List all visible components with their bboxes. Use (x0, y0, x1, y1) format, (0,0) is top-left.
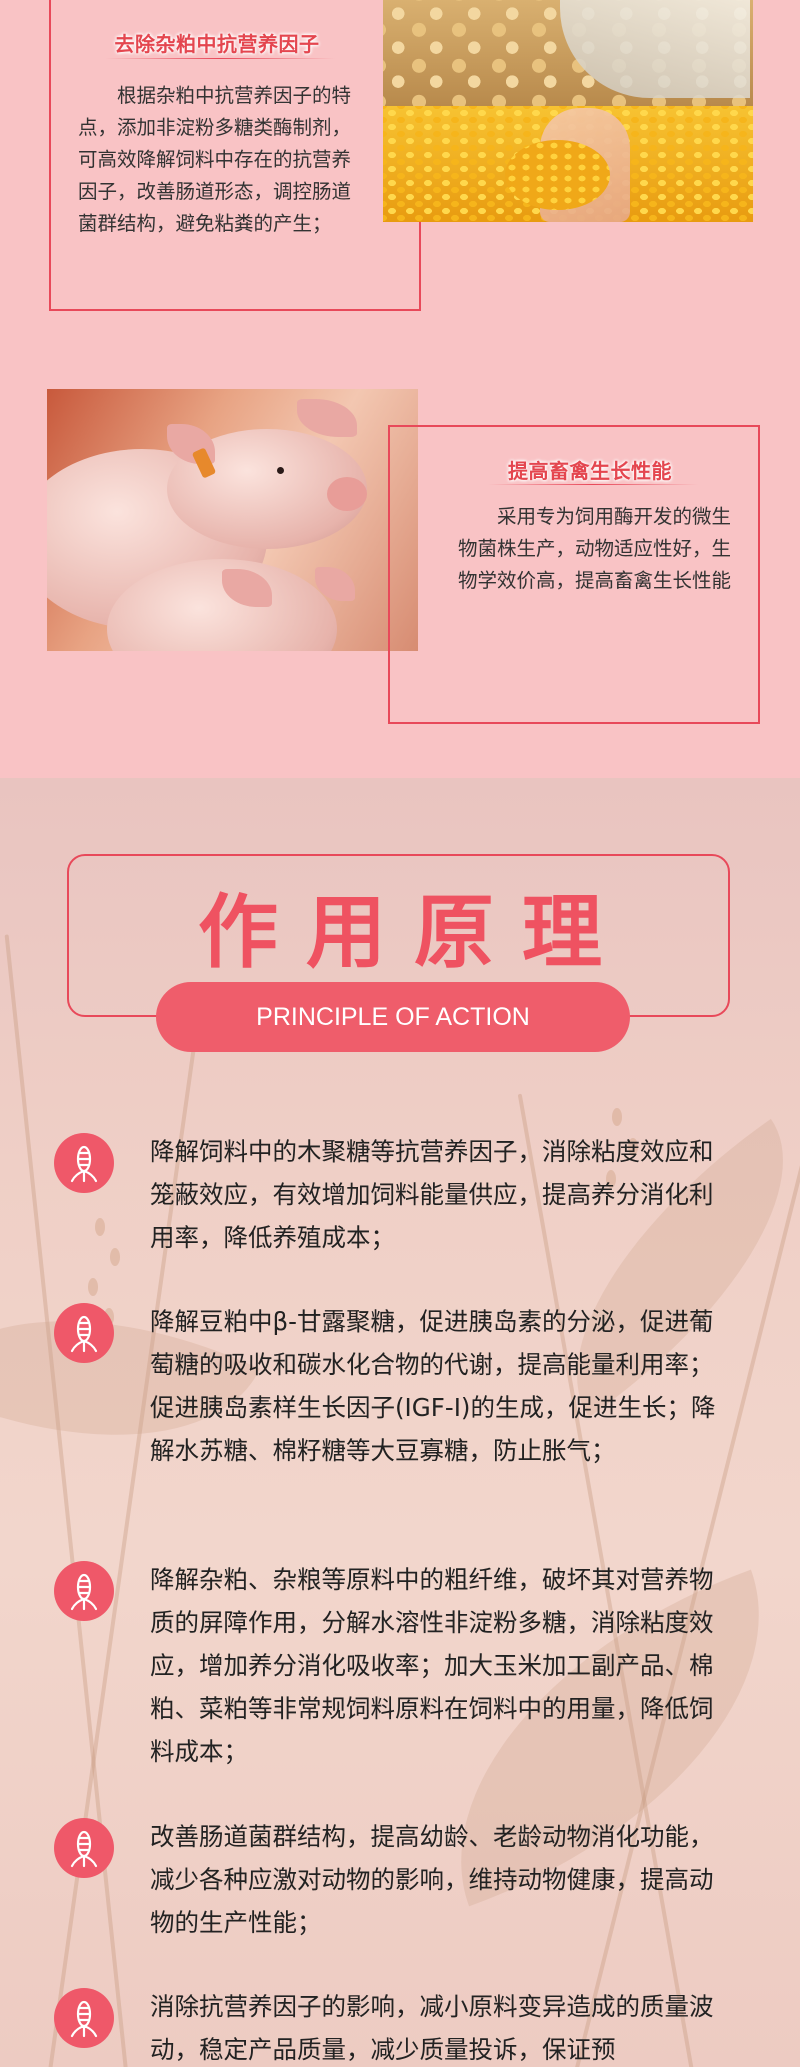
piglet-snout (327, 477, 367, 511)
principle-text: 消除抗营养因子的影响，减小原料变异造成的质量波动，稳定产品质量，减少质量投诉，保… (150, 1992, 714, 2064)
feature-title: 提高畜禽生长性能 (508, 459, 672, 483)
grain (88, 1278, 98, 1296)
principle-text: 降解饲料中的木聚糖等抗营养因子，消除粘度效应和笼蔽效应，有效增加饲料能量供应，提… (150, 1137, 714, 1252)
features-section: 去除杂粕中抗营养因子 根据杂粕中抗营养因子的特点，添加非淀粉多糖类酶制剂，可高效… (0, 0, 800, 778)
piglet-ear (297, 399, 357, 437)
corn-kernels (505, 140, 610, 210)
wheat-stalk (4, 934, 134, 2067)
grain (612, 1108, 622, 1126)
corn-icon (54, 1133, 114, 1193)
piglets-photo (47, 389, 418, 651)
piglet-eye (277, 467, 284, 474)
principle-text: 改善肠道菌群结构，提高幼龄、老龄动物消化功能，减少各种应激对动物的影响，维持动物… (150, 1822, 714, 1937)
feature-description: 根据杂粕中抗营养因子的特点，添加非淀粉多糖类酶制剂，可高效降解饲料中存在的抗营养… (78, 84, 352, 235)
corn-icon (54, 1561, 114, 1621)
grain (110, 1248, 120, 1266)
title-divider (105, 58, 335, 59)
corn-icon (54, 1818, 114, 1878)
feature-description: 采用专为饲用酶开发的微生物菌株生产，动物适应性好，生物学效价高，提高畜禽生长性能 (458, 505, 732, 592)
section-subheading: PRINCIPLE OF ACTION (156, 982, 630, 1052)
feature-title: 去除杂粕中抗营养因子 (114, 32, 320, 56)
corn-icon (54, 1988, 114, 2048)
title-divider (488, 484, 698, 485)
section-heading: 作用原理 (198, 886, 630, 979)
principle-text: 降解杂粕、杂粮等原料中的粗纤维，破坏其对营养物质的屏障作用，分解水溶性非淀粉多糖… (150, 1565, 714, 1766)
corn-icon (54, 1303, 114, 1363)
grain (95, 1218, 105, 1236)
principle-text: 降解豆粕中β-甘露聚糖，促进胰岛素的分泌，促进葡萄糖的吸收和碳水化合物的代谢，提… (150, 1307, 716, 1465)
